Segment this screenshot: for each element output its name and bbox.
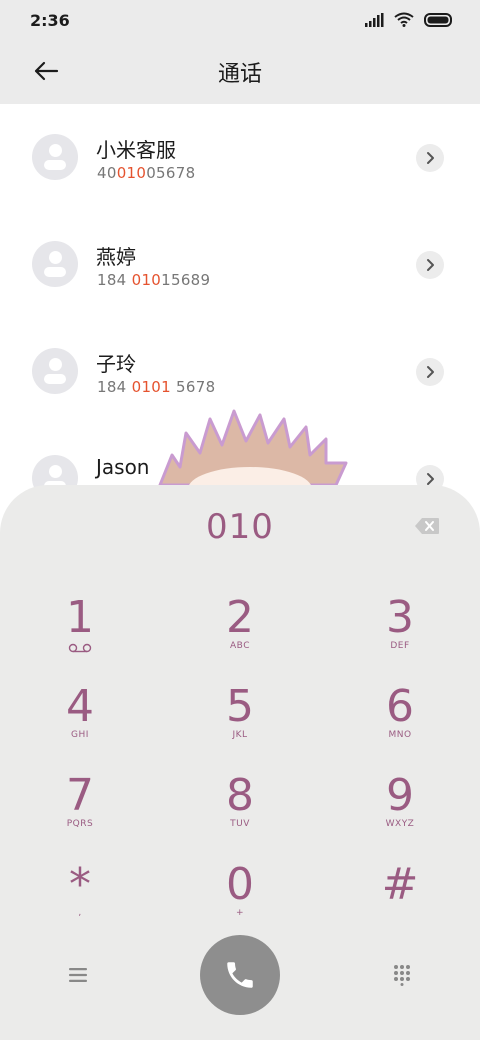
key-5[interactable]: 5 JKL xyxy=(180,684,300,764)
key-6[interactable]: 6 MNO xyxy=(340,684,460,764)
contact-detail-button[interactable] xyxy=(416,144,444,172)
dialer-panel: 010 1 2 ABC 3 DEF 4 GHI 5 JKL 6 MNO 7 PQ… xyxy=(0,485,480,1040)
chevron-right-icon xyxy=(427,473,434,485)
avatar xyxy=(32,241,78,287)
page-title: 通话 xyxy=(217,62,262,87)
key-star[interactable]: * , xyxy=(20,862,140,942)
battery-icon xyxy=(424,12,452,27)
menu-icon xyxy=(69,968,87,982)
status-time: 2:36 xyxy=(30,11,70,30)
cartoon-sticker-image xyxy=(158,409,348,495)
contact-row[interactable]: 燕婷 184 01015689 xyxy=(0,211,480,318)
chevron-right-icon xyxy=(427,152,434,164)
contact-number: 184 01015689 xyxy=(97,271,211,289)
contact-detail-button[interactable] xyxy=(416,251,444,279)
menu-button[interactable] xyxy=(62,959,94,991)
backspace-button[interactable] xyxy=(412,515,442,537)
phone-icon xyxy=(227,962,253,988)
key-4[interactable]: 4 GHI xyxy=(20,684,140,764)
wifi-icon xyxy=(394,12,414,27)
call-button[interactable] xyxy=(200,935,280,1015)
key-7[interactable]: 7 PQRS xyxy=(20,773,140,853)
avatar xyxy=(32,348,78,394)
key-2[interactable]: 2 ABC xyxy=(180,595,300,675)
dialed-number-display: 010 xyxy=(206,507,274,547)
key-0[interactable]: 0 + xyxy=(180,862,300,942)
key-3[interactable]: 3 DEF xyxy=(340,595,460,675)
status-bar: 2:36 xyxy=(0,0,480,42)
signal-icon xyxy=(365,12,384,27)
dialpad-icon xyxy=(394,965,410,986)
avatar xyxy=(32,134,78,180)
contact-name: 燕婷 xyxy=(96,245,136,269)
key-9[interactable]: 9 WXYZ xyxy=(340,773,460,853)
contact-name: 子玲 xyxy=(96,352,136,376)
backspace-icon xyxy=(415,518,439,534)
contact-number: 4001005678 xyxy=(97,164,196,182)
contact-row[interactable]: 小米客服 4001005678 xyxy=(0,104,480,211)
voicemail-icon xyxy=(68,643,92,653)
header: 通话 xyxy=(0,42,480,104)
status-icons xyxy=(364,12,454,27)
contact-name: 小米客服 xyxy=(96,138,176,162)
contact-name: Jason xyxy=(96,455,150,479)
chevron-right-icon xyxy=(427,259,434,271)
contact-number: 184 0101 5678 xyxy=(97,378,216,396)
key-8[interactable]: 8 TUV xyxy=(180,773,300,853)
key-1[interactable]: 1 xyxy=(20,595,140,675)
chevron-right-icon xyxy=(427,366,434,378)
dialpad-toggle-button[interactable] xyxy=(386,959,418,991)
key-hash[interactable]: # xyxy=(340,862,460,942)
contact-detail-button[interactable] xyxy=(416,358,444,386)
